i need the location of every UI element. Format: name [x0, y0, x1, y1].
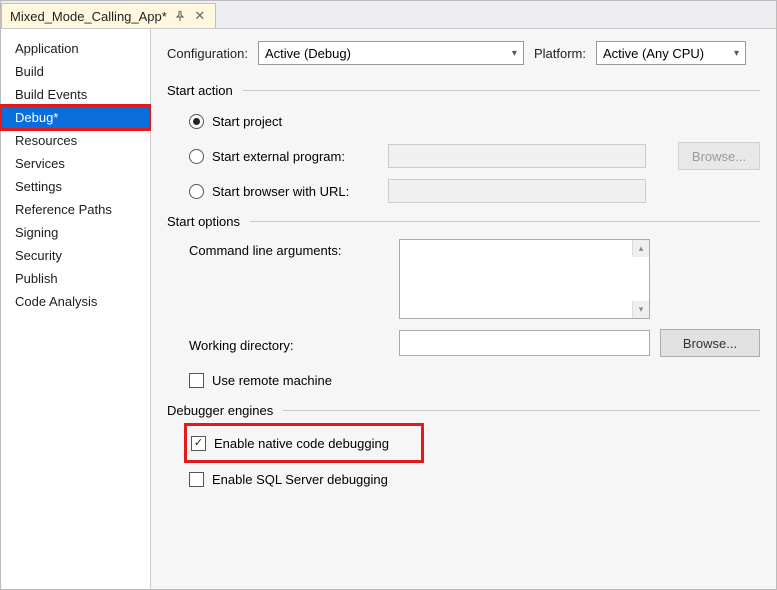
use-remote-label: Use remote machine: [212, 373, 332, 388]
sidebar-item-application[interactable]: Application: [1, 37, 150, 60]
enable-native-label: Enable native code debugging: [214, 436, 389, 451]
divider: [283, 410, 760, 411]
start-browser-radio[interactable]: [189, 184, 204, 199]
sidebar-item-resources[interactable]: Resources: [1, 129, 150, 152]
working-dir-label: Working directory:: [189, 334, 389, 353]
content-panel: Configuration: Active (Debug) ▾ Platform…: [151, 29, 776, 589]
section-title: Debugger engines: [167, 403, 273, 418]
platform-value: Active (Any CPU): [603, 46, 704, 61]
sidebar-item-publish[interactable]: Publish: [1, 267, 150, 290]
highlight-native-debugging: Enable native code debugging: [189, 428, 419, 458]
start-project-radio[interactable]: [189, 114, 204, 129]
sidebar-item-settings[interactable]: Settings: [1, 175, 150, 198]
start-external-label: Start external program:: [212, 149, 380, 164]
project-properties-window: Mixed_Mode_Calling_App* ✕ Application Bu…: [0, 0, 777, 590]
config-platform-row: Configuration: Active (Debug) ▾ Platform…: [167, 41, 760, 65]
body: Application Build Build Events Debug* Re…: [1, 29, 776, 589]
start-external-radio[interactable]: [189, 149, 204, 164]
sidebar-item-security[interactable]: Security: [1, 244, 150, 267]
sidebar-item-build-events[interactable]: Build Events: [1, 83, 150, 106]
enable-sql-label: Enable SQL Server debugging: [212, 472, 388, 487]
enable-native-checkbox[interactable]: [191, 436, 206, 451]
section-title: Start options: [167, 214, 240, 229]
browse-external-button[interactable]: Browse...: [678, 142, 760, 170]
configuration-label: Configuration:: [167, 46, 248, 61]
working-dir-input[interactable]: [399, 330, 650, 356]
sidebar-item-build[interactable]: Build: [1, 60, 150, 83]
sidebar-item-code-analysis[interactable]: Code Analysis: [1, 290, 150, 313]
platform-combo[interactable]: Active (Any CPU) ▾: [596, 41, 746, 65]
cli-args-textarea[interactable]: ▴ ▾: [399, 239, 650, 319]
debugger-engines-heading: Debugger engines: [167, 403, 760, 418]
sidebar-item-services[interactable]: Services: [1, 152, 150, 175]
browser-url-input[interactable]: [388, 179, 646, 203]
sidebar: Application Build Build Events Debug* Re…: [1, 29, 151, 589]
cli-args-label: Command line arguments:: [189, 239, 389, 258]
platform-label: Platform:: [534, 46, 586, 61]
pin-icon[interactable]: [173, 11, 187, 21]
divider: [250, 221, 760, 222]
sidebar-item-signing[interactable]: Signing: [1, 221, 150, 244]
section-title: Start action: [167, 83, 233, 98]
tab-title: Mixed_Mode_Calling_App*: [10, 9, 167, 24]
start-options-heading: Start options: [167, 214, 760, 229]
close-icon[interactable]: ✕: [193, 8, 207, 24]
external-program-input[interactable]: [388, 144, 646, 168]
sidebar-item-reference-paths[interactable]: Reference Paths: [1, 198, 150, 221]
start-project-label: Start project: [212, 114, 282, 129]
tab-bar: Mixed_Mode_Calling_App* ✕: [1, 1, 776, 29]
configuration-value: Active (Debug): [265, 46, 351, 61]
start-action-heading: Start action: [167, 83, 760, 98]
document-tab[interactable]: Mixed_Mode_Calling_App* ✕: [1, 3, 216, 28]
chevron-down-icon: ▾: [734, 48, 739, 59]
start-browser-label: Start browser with URL:: [212, 184, 380, 199]
use-remote-checkbox[interactable]: [189, 373, 204, 388]
browse-working-dir-button[interactable]: Browse...: [660, 329, 760, 357]
divider: [243, 90, 760, 91]
configuration-combo[interactable]: Active (Debug) ▾: [258, 41, 524, 65]
scroll-down-icon[interactable]: ▾: [632, 301, 649, 318]
chevron-down-icon: ▾: [512, 48, 517, 59]
sidebar-item-debug[interactable]: Debug*: [1, 106, 150, 129]
scroll-up-icon[interactable]: ▴: [632, 240, 649, 257]
enable-sql-checkbox[interactable]: [189, 472, 204, 487]
